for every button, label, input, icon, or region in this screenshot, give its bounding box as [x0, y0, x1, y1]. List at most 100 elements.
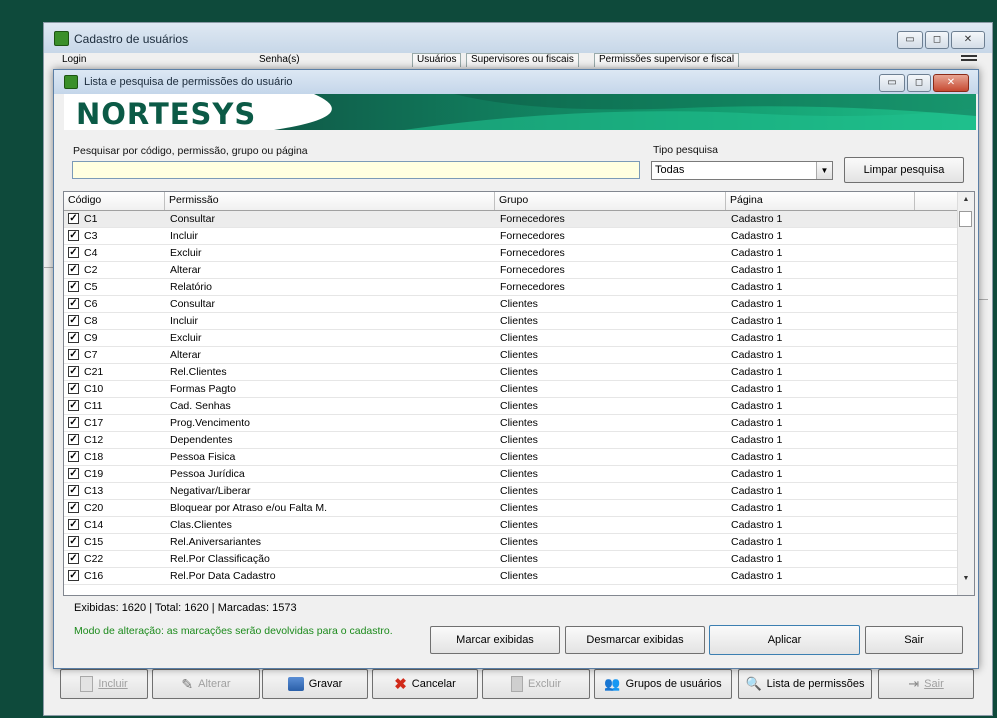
row-checkbox[interactable]: ✓	[68, 281, 79, 292]
cell-codigo: C7	[84, 349, 98, 361]
table-row[interactable]: ✓ C6 Consultar Clientes Cadastro 1	[64, 296, 960, 313]
table-row[interactable]: ✓ C9 Excluir Clientes Cadastro 1	[64, 330, 960, 347]
minimize-button[interactable]: ▭	[879, 74, 905, 92]
table-row[interactable]: ✓ C17 Prog.Vencimento Clientes Cadastro 1	[64, 415, 960, 432]
cell-pagina: Cadastro 1	[731, 264, 783, 276]
sair-button[interactable]: Sair	[865, 626, 963, 654]
back-window-titlebar: Cadastro de usuários ▭ ◻ ✕	[44, 23, 992, 53]
table-row[interactable]: ✓ C1 Consultar Fornecedores Cadastro 1	[64, 211, 960, 228]
cancelar-button[interactable]: ✖ Cancelar	[372, 669, 478, 699]
close-button[interactable]: ✕	[933, 74, 969, 92]
back-window-header-strip: Login Senha(s) Usuários Supervisores ou …	[54, 53, 990, 67]
row-checkbox[interactable]: ✓	[68, 570, 79, 581]
aplicar-button[interactable]: Aplicar	[709, 625, 860, 655]
close-button[interactable]: ✕	[951, 31, 985, 49]
incluir-button[interactable]: Incluir	[60, 669, 148, 699]
row-checkbox[interactable]: ✓	[68, 349, 79, 360]
alterar-button[interactable]: ✎ Alterar	[152, 669, 260, 699]
row-checkbox[interactable]: ✓	[68, 519, 79, 530]
row-checkbox[interactable]: ✓	[68, 366, 79, 377]
row-checkbox[interactable]: ✓	[68, 468, 79, 479]
maximize-button[interactable]: ◻	[907, 74, 931, 92]
table-row[interactable]: ✓ C19 Pessoa Jurídica Clientes Cadastro 1	[64, 466, 960, 483]
cell-grupo: Fornecedores	[500, 264, 565, 276]
desmarcar-exibidas-button[interactable]: Desmarcar exibidas	[565, 626, 705, 654]
minimize-button[interactable]: ▭	[897, 31, 923, 49]
magnifier-icon: 🔍	[745, 676, 762, 691]
row-checkbox[interactable]: ✓	[68, 332, 79, 343]
table-row[interactable]: ✓ C22 Rel.Por Classificação Clientes Cadastr…	[64, 551, 960, 568]
row-checkbox[interactable]: ✓	[68, 502, 79, 513]
cell-pagina: Cadastro 1	[731, 434, 783, 446]
cell-pagina: Cadastro 1	[731, 383, 783, 395]
cell-pagina: Cadastro 1	[731, 315, 783, 327]
table-row[interactable]: ✓ C18 Pessoa Fisica Clientes Cadastro 1	[64, 449, 960, 466]
vertical-scrollbar[interactable]: ▲ ▼	[957, 192, 974, 595]
table-row[interactable]: ✓ C20 Bloquear por Atraso e/ou Falta M. Cli…	[64, 500, 960, 517]
row-checkbox[interactable]: ✓	[68, 298, 79, 309]
col-grupo[interactable]: Grupo	[495, 192, 726, 210]
maximize-button[interactable]: ◻	[925, 31, 949, 49]
grupos-usuarios-button[interactable]: 👥 Grupos de usuários	[594, 669, 732, 699]
row-checkbox[interactable]: ✓	[68, 315, 79, 326]
table-row[interactable]: ✓ C14 Clas.Clientes Clientes Cadastro 1	[64, 517, 960, 534]
menu-icon[interactable]	[961, 53, 977, 65]
cell-grupo: Clientes	[500, 451, 538, 463]
row-checkbox[interactable]: ✓	[68, 400, 79, 411]
col-permissao[interactable]: Permissão	[165, 192, 495, 210]
row-checkbox[interactable]: ✓	[68, 434, 79, 445]
cell-permissao: Rel.Por Classificação	[170, 553, 270, 565]
tipo-pesquisa-select[interactable]: Todas ▼	[651, 161, 833, 180]
cell-grupo: Clientes	[500, 553, 538, 565]
row-checkbox[interactable]: ✓	[68, 383, 79, 394]
row-checkbox[interactable]: ✓	[68, 451, 79, 462]
table-row[interactable]: ✓ C7 Alterar Clientes Cadastro 1	[64, 347, 960, 364]
sair-button-back[interactable]: ⇥ Sair	[878, 669, 974, 699]
table-row[interactable]: ✓ C5 Relatório Fornecedores Cadastro 1	[64, 279, 960, 296]
brand-banner: NORTESYS	[64, 94, 976, 130]
table-row[interactable]: ✓ C21 Rel.Clientes Clientes Cadastro 1	[64, 364, 960, 381]
cell-permissao: Cad. Senhas	[170, 400, 231, 412]
tab-usuarios[interactable]: Usuários	[412, 53, 462, 67]
col-codigo[interactable]: Código	[64, 192, 165, 210]
table-row[interactable]: ✓ C8 Incluir Clientes Cadastro 1	[64, 313, 960, 330]
search-input[interactable]	[72, 161, 640, 179]
chevron-down-icon[interactable]: ▼	[816, 162, 832, 179]
marcar-exibidas-button[interactable]: Marcar exibidas	[430, 626, 560, 654]
row-checkbox[interactable]: ✓	[68, 247, 79, 258]
tab-permissoes-supervisor[interactable]: Permissões supervisor e fiscal	[594, 53, 740, 67]
table-row[interactable]: ✓ C11 Cad. Senhas Clientes Cadastro 1	[64, 398, 960, 415]
row-checkbox[interactable]: ✓	[68, 213, 79, 224]
cell-grupo: Clientes	[500, 485, 538, 497]
row-checkbox[interactable]: ✓	[68, 264, 79, 275]
table-row[interactable]: ✓ C13 Negativar/Liberar Clientes Cadastro 1	[64, 483, 960, 500]
table-row[interactable]: ✓ C12 Dependentes Clientes Cadastro 1	[64, 432, 960, 449]
cell-pagina: Cadastro 1	[731, 298, 783, 310]
cell-permissao: Clas.Clientes	[170, 519, 232, 531]
tab-supervisores[interactable]: Supervisores ou fiscais	[466, 53, 579, 67]
row-checkbox[interactable]: ✓	[68, 553, 79, 564]
cell-codigo: C10	[84, 383, 104, 395]
table-row[interactable]: ✓ C4 Excluir Fornecedores Cadastro 1	[64, 245, 960, 262]
cell-permissao: Pessoa Jurídica	[170, 468, 245, 480]
app-icon	[64, 75, 78, 89]
scroll-down-icon[interactable]: ▼	[958, 571, 974, 587]
table-row[interactable]: ✓ C3 Incluir Fornecedores Cadastro 1	[64, 228, 960, 245]
table-row[interactable]: ✓ C2 Alterar Fornecedores Cadastro 1	[64, 262, 960, 279]
row-checkbox[interactable]: ✓	[68, 417, 79, 428]
gravar-button[interactable]: Gravar	[262, 669, 368, 699]
row-checkbox[interactable]: ✓	[68, 230, 79, 241]
limpar-pesquisa-button[interactable]: Limpar pesquisa	[844, 157, 964, 183]
row-checkbox[interactable]: ✓	[68, 485, 79, 496]
scroll-up-icon[interactable]: ▲	[958, 192, 974, 208]
table-row[interactable]: ✓ C15 Rel.Aniversariantes Clientes Cadastro …	[64, 534, 960, 551]
table-row[interactable]: ✓ C16 Rel.Por Data Cadastro Clientes Cadastr…	[64, 568, 960, 585]
col-pagina[interactable]: Página	[726, 192, 915, 210]
cell-pagina: Cadastro 1	[731, 451, 783, 463]
lista-permissoes-button[interactable]: 🔍 Lista de permissões	[738, 669, 872, 699]
row-checkbox[interactable]: ✓	[68, 536, 79, 547]
table-row[interactable]: ✓ C10 Formas Pagto Clientes Cadastro 1	[64, 381, 960, 398]
cell-pagina: Cadastro 1	[731, 247, 783, 259]
excluir-button[interactable]: Excluir	[482, 669, 590, 699]
scroll-thumb[interactable]	[959, 211, 972, 227]
